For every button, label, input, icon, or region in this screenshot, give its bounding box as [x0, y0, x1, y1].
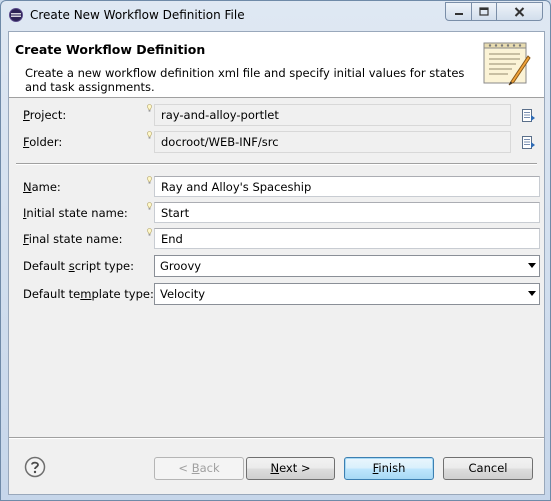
finish-button[interactable]: Finish — [344, 457, 434, 480]
initial-state-input[interactable]: Start — [154, 202, 540, 223]
help-icon[interactable] — [24, 456, 46, 478]
project-field[interactable]: ray-and-alloy-portlet — [154, 104, 511, 126]
folder-label: Folder: — [23, 135, 63, 149]
chevron-down-icon — [528, 263, 536, 268]
dialog-window: Create New Workflow Definition File Crea… — [0, 0, 551, 501]
chevron-down-icon — [528, 291, 536, 296]
close-button[interactable] — [496, 2, 543, 21]
content-assist-hint-icon — [147, 228, 152, 236]
banner-title: Create Workflow Definition — [15, 42, 206, 57]
next-button[interactable]: Next > — [246, 457, 335, 480]
folder-field[interactable]: docroot/WEB-INF/src — [154, 131, 511, 153]
banner-description: Create a new workflow definition xml fil… — [25, 66, 465, 94]
maximize-button[interactable] — [471, 2, 497, 21]
dialog-content: Create Workflow Definition Create a new … — [8, 31, 545, 495]
template-type-select[interactable]: Velocity — [154, 283, 540, 305]
title-bar[interactable]: Create New Workflow Definition File — [1, 1, 550, 30]
project-label: Project: — [23, 108, 67, 122]
initial-state-label: Initial state name: — [23, 206, 128, 220]
minimize-icon — [454, 12, 463, 15]
script-type-value: Groovy — [160, 259, 202, 273]
close-icon — [514, 6, 525, 17]
final-state-input[interactable]: End — [154, 228, 540, 249]
content-assist-hint-icon — [147, 131, 152, 139]
window-title: Create New Workflow Definition File — [30, 8, 245, 22]
separator — [16, 163, 537, 165]
eclipse-icon — [9, 8, 23, 22]
content-assist-hint-icon — [147, 104, 152, 112]
final-state-label: Final state name: — [23, 232, 123, 246]
template-type-value: Velocity — [160, 287, 206, 301]
maximize-icon — [479, 6, 489, 16]
button-bar-separator — [9, 437, 544, 439]
wizard-banner: Create Workflow Definition Create a new … — [9, 32, 544, 98]
form-pencil-icon — [483, 42, 531, 86]
content-assist-hint-icon — [147, 202, 152, 210]
back-button[interactable]: < Back — [154, 457, 244, 480]
cancel-button[interactable]: Cancel — [443, 457, 533, 480]
browse-project-icon[interactable] — [521, 108, 536, 123]
minimize-button[interactable] — [445, 2, 472, 21]
name-label: Name: — [23, 180, 61, 194]
browse-folder-icon[interactable] — [521, 135, 536, 150]
content-assist-hint-icon — [147, 176, 152, 184]
template-type-label: Default template type: — [23, 287, 154, 301]
script-type-label: Default script type: — [23, 259, 134, 273]
name-input[interactable]: Ray and Alloy's Spaceship — [154, 176, 540, 197]
script-type-select[interactable]: Groovy — [154, 255, 540, 277]
